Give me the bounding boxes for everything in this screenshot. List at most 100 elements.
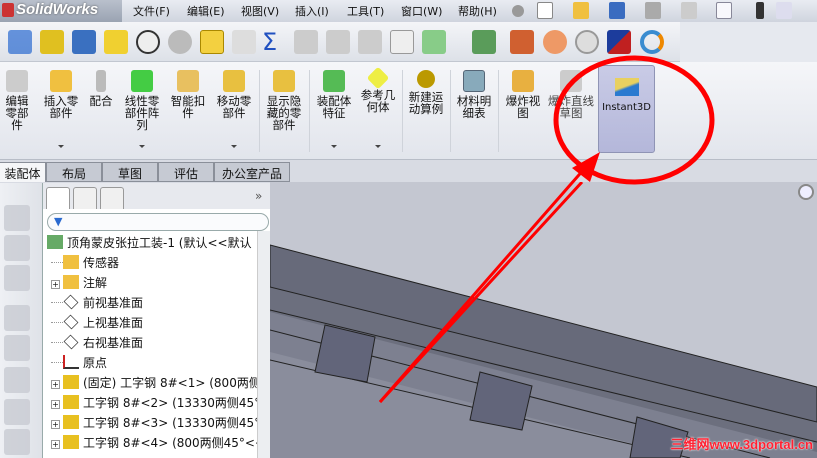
geometry-analysis-icon[interactable] (422, 30, 446, 54)
dropdown-arrow-icon[interactable] (231, 145, 237, 148)
menu-file[interactable]: 文件(F) (133, 3, 170, 19)
reference-geometry-button[interactable]: 参考几何体 (357, 62, 399, 158)
check-icon[interactable] (200, 30, 224, 54)
toolbar-icon[interactable] (4, 335, 30, 361)
menu-insert[interactable]: 插入(I) (295, 3, 329, 19)
tree-item-label: (固定) 工字钢 8#<1> (800两侧 (83, 376, 261, 390)
expand-icon[interactable]: + (51, 440, 60, 449)
smart-fastener-button[interactable]: 智能扣件 (167, 62, 209, 158)
expand-icon[interactable]: + (51, 400, 60, 409)
insert-component-button[interactable]: 插入零部件 (40, 62, 82, 158)
excel-icon[interactable] (472, 30, 496, 54)
linear-pattern-button[interactable]: 线性零部件阵列 (120, 62, 164, 158)
section-properties-icon[interactable] (104, 30, 128, 54)
tree-item[interactable]: 原点 (51, 353, 107, 373)
hole-alignment-icon[interactable] (390, 30, 414, 54)
dropdown-arrow-icon[interactable] (375, 145, 381, 148)
open-file-icon[interactable] (573, 2, 589, 19)
dropdown-arrow-icon[interactable] (58, 145, 64, 148)
tree-item[interactable]: 顶角蒙皮张拉工装-1 (默认<<默认 (47, 233, 252, 253)
tab-evaluate[interactable]: 评估 (158, 162, 214, 182)
menu-window[interactable]: 窗口(W) (401, 3, 442, 19)
spell-check-icon[interactable] (8, 30, 32, 54)
mate-button[interactable]: 配合 (85, 62, 117, 158)
menu-view[interactable]: 视图(V) (241, 3, 279, 19)
tree-item[interactable]: 右视基准面 (51, 333, 143, 353)
toolbar-icon[interactable] (4, 235, 30, 261)
tree-item[interactable]: 传感器 (51, 253, 119, 273)
undo-icon[interactable] (681, 2, 697, 19)
zebra-icon[interactable] (543, 30, 567, 54)
equation-icon[interactable]: Σ (262, 30, 286, 54)
toolbar-icon[interactable] (4, 367, 30, 393)
bom-button[interactable]: 材料明细表 (453, 62, 495, 158)
options-icon[interactable] (776, 2, 792, 19)
menu-help[interactable]: 帮助(H) (458, 3, 497, 19)
part-icon (63, 395, 79, 409)
zoom-to-fit-icon[interactable] (798, 184, 814, 200)
expand-panel-button[interactable]: » (255, 189, 262, 203)
menu-tools[interactable]: 工具(T) (347, 3, 384, 19)
expand-icon[interactable]: + (51, 420, 60, 429)
exploded-view-button[interactable]: 爆炸视图 (501, 62, 545, 158)
tree-item[interactable]: 上视基准面 (51, 313, 143, 333)
interference-icon[interactable] (294, 30, 318, 54)
toolbar-icon[interactable] (4, 205, 30, 231)
tree-item[interactable]: + 注解 (51, 273, 107, 293)
appearance-icon[interactable] (640, 30, 664, 54)
deviation-analysis-icon[interactable] (510, 30, 534, 54)
save-icon[interactable] (609, 2, 625, 19)
edit-component-button[interactable]: 编辑零部件 (0, 62, 34, 158)
simulation-icon[interactable] (168, 30, 192, 54)
toolbar-icon[interactable] (4, 305, 30, 331)
property-manager-tab[interactable] (73, 187, 97, 209)
show-hidden-components-button[interactable]: 显示隐藏的零部件 (262, 62, 306, 158)
clearance-icon[interactable] (358, 30, 382, 54)
instant3d-button[interactable]: Instant3D (598, 65, 655, 153)
draft-icon[interactable] (326, 30, 350, 54)
linear-pattern-icon (131, 70, 153, 92)
toolbar-empty (680, 22, 817, 62)
color-icon[interactable] (607, 30, 631, 54)
toolbar-icon[interactable] (4, 429, 30, 455)
check-disabled-icon[interactable] (232, 30, 256, 54)
tab-assembly[interactable]: 装配体 (0, 162, 46, 182)
filter-input[interactable]: ▼ (47, 213, 269, 231)
feature-tree-tab[interactable] (46, 187, 70, 209)
check-circle-icon[interactable] (575, 30, 599, 54)
new-file-icon[interactable] (537, 2, 553, 19)
explode-line-sketch-button[interactable]: 爆炸直线草图 (548, 62, 594, 158)
toolbar-icon[interactable] (4, 399, 30, 425)
expand-icon[interactable]: + (51, 280, 60, 289)
graphics-viewport[interactable]: 三维网www.3dportal.cn (270, 182, 817, 458)
tree-line (51, 362, 63, 363)
select-icon[interactable] (716, 2, 732, 19)
print-icon[interactable] (645, 2, 661, 19)
command-manager: 编辑零部件 插入零部件 配合 线性零部件阵列 智能扣件 移动零部件 显示隐藏的零… (0, 62, 817, 160)
tab-layout[interactable]: 布局 (46, 162, 102, 182)
assembly-feature-button[interactable]: 装配体特征 (312, 62, 356, 158)
configuration-manager-tab[interactable] (100, 187, 124, 209)
dropdown-arrow-icon[interactable] (331, 145, 337, 148)
tree-item[interactable]: + 工字钢 8#<4> (800两侧45°<< (51, 433, 265, 453)
expand-icon[interactable]: + (51, 380, 60, 389)
tree-item[interactable]: + 工字钢 8#<2> (13330两侧45° (51, 393, 260, 413)
tree-item[interactable]: + 工字钢 8#<3> (13330两侧45° (51, 413, 260, 433)
tab-sketch[interactable]: 草图 (102, 162, 158, 182)
dropdown-arrow-icon[interactable] (139, 145, 145, 148)
toolbar-icon[interactable] (4, 265, 30, 291)
move-component-button[interactable]: 移动零部件 (212, 62, 256, 158)
tree-item[interactable]: 前视基准面 (51, 293, 143, 313)
label: 参考几何体 (360, 88, 396, 114)
pin-icon[interactable] (512, 5, 524, 17)
menu-edit[interactable]: 编辑(E) (187, 3, 225, 19)
measure-icon[interactable] (40, 30, 64, 54)
tree-item[interactable]: + (固定) 工字钢 8#<1> (800两侧 (51, 373, 261, 393)
label: 移动零部件 (216, 94, 252, 120)
tab-office-products[interactable]: 办公室产品 (214, 162, 290, 182)
mass-properties-icon[interactable] (72, 30, 96, 54)
performance-icon[interactable] (136, 30, 160, 54)
rebuild-icon[interactable] (756, 2, 764, 19)
new-motion-study-button[interactable]: 新建运动算例 (405, 62, 447, 158)
tree-scrollbar[interactable] (257, 231, 271, 458)
